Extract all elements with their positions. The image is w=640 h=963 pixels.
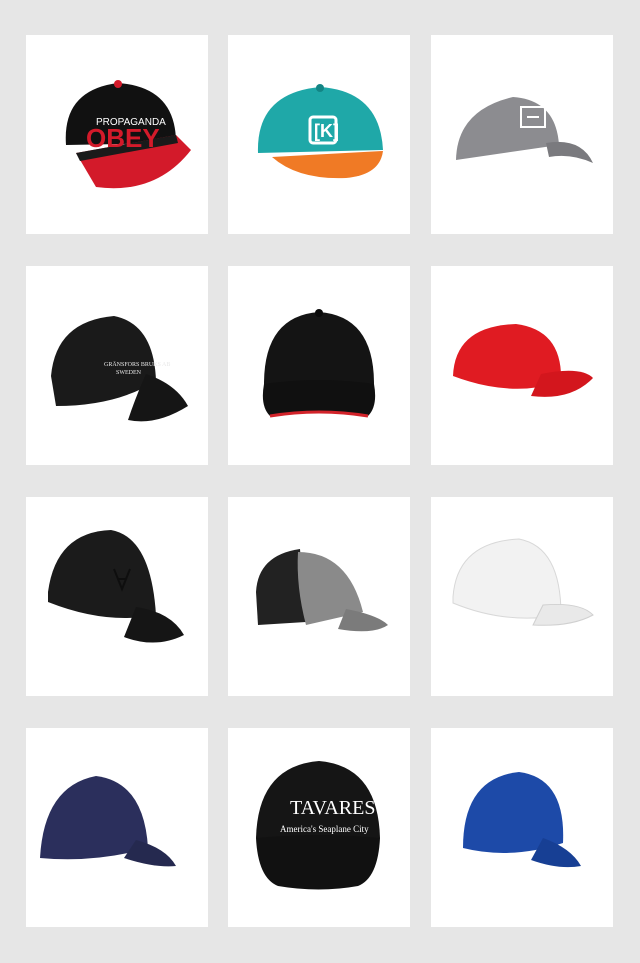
product-tile-obey[interactable]: PROPAGANDA OBEY (26, 35, 208, 234)
red-baseball-cap-icon (453, 324, 593, 397)
product-tile-grey-trucker[interactable] (228, 497, 410, 696)
obey-snapback-cap-icon: PROPAGANDA OBEY (65, 80, 191, 189)
product-tile-black-sandwich[interactable] (228, 266, 410, 465)
black-sandwich-brim-cap-icon (262, 309, 376, 418)
black-tavares-cap-icon: TAVARES America's Seaplane City (256, 761, 380, 890)
navy-baseball-cap-icon (40, 776, 176, 867)
white-baseball-cap-icon (452, 538, 594, 626)
product-tile-grey-tactical[interactable] (431, 35, 613, 234)
black-fitted-cap-icon (48, 530, 184, 643)
black-embroidered-cap-icon: GRÄNSFORS BRUKS AB SWEDEN (51, 316, 188, 422)
teal-orange-snapback-cap-icon: [K] (257, 84, 383, 179)
obey-logo-main: OBEY (86, 123, 160, 153)
grey-baseball-cap-icon (456, 97, 593, 163)
product-tile-sweden[interactable]: GRÄNSFORS BRUKS AB SWEDEN (26, 266, 208, 465)
product-tile-kr3w[interactable]: [K] (228, 35, 410, 234)
product-tile-black-watchdogs[interactable] (26, 497, 208, 696)
product-tile-tavares[interactable]: TAVARES America's Seaplane City (228, 728, 410, 927)
tavares-logo-sub: America's Seaplane City (280, 824, 369, 834)
sweden-logo-line1: GRÄNSFORS BRUKS AB (104, 361, 170, 368)
product-tile-navy-plain[interactable] (26, 728, 208, 927)
product-tile-red-plain[interactable] (431, 266, 613, 465)
product-tile-royal-blue[interactable] (431, 728, 613, 927)
tavares-logo-main: TAVARES (290, 797, 375, 819)
grey-trucker-cap-icon (256, 549, 388, 632)
sweden-logo-line2: SWEDEN (116, 370, 142, 376)
royal-blue-baseball-cap-icon (463, 772, 581, 868)
product-tile-white-plain[interactable] (431, 497, 613, 696)
kr3w-logo: [K] (314, 121, 339, 141)
